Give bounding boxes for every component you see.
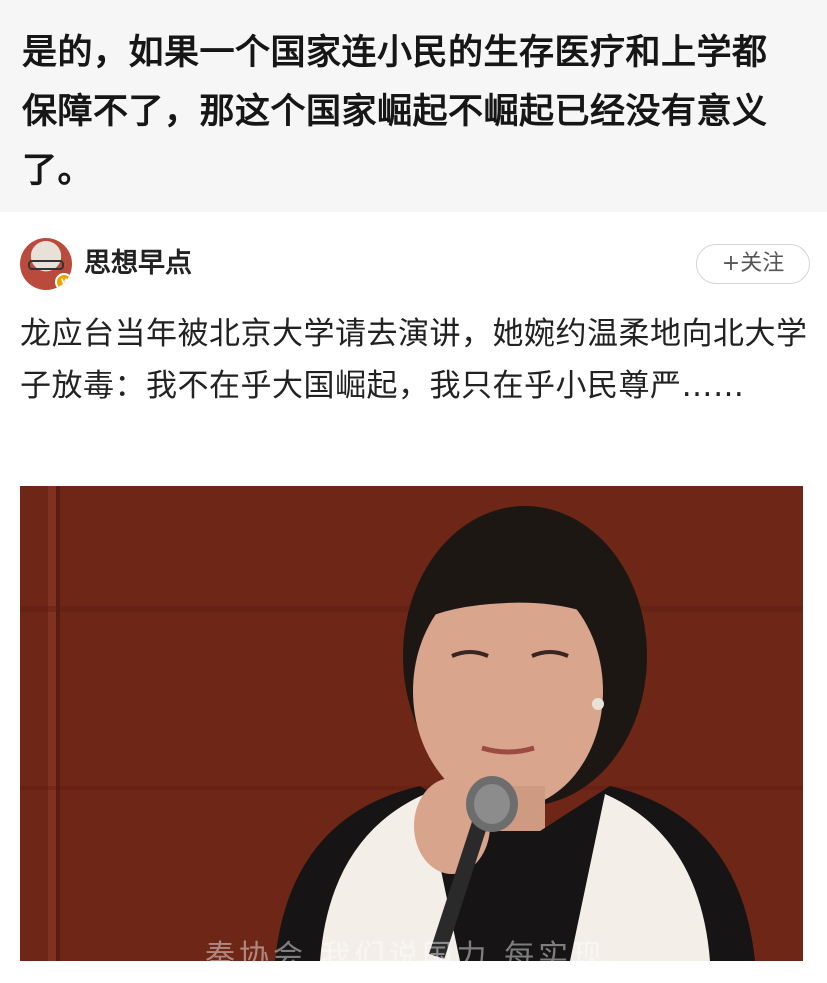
video-frame-illustration — [20, 486, 803, 961]
follow-button[interactable]: +关注 — [696, 244, 810, 284]
video-subtitle: 奏协会 我们说国力 每实现 — [205, 939, 607, 961]
post-text[interactable]: 龙应台当年被北京大学请去演讲，她婉约温柔地向北大学子放毒：我不在乎大国崛起，我只… — [20, 308, 810, 412]
author-avatar[interactable]: v — [20, 238, 72, 290]
verified-badge-icon: v — [55, 273, 72, 290]
author-row: v 思想早点 +关注 — [20, 236, 810, 296]
screenshot-page: 是的，如果一个国家连小民的生存医疗和上学都保障不了，那这个国家崛起不崛起已经没有… — [0, 0, 827, 983]
comment-text: 是的，如果一个国家连小民的生存医疗和上学都保障不了，那这个国家崛起不崛起已经没有… — [22, 33, 768, 191]
post-card[interactable]: v 思想早点 +关注 龙应台当年被北京大学请去演讲，她婉约温柔地向北大学子放毒：… — [0, 212, 827, 983]
video-thumbnail[interactable]: 奏协会 我们说国力 每实现 — [20, 486, 803, 961]
avatar-glasses-icon — [28, 260, 64, 270]
author-name[interactable]: 思想早点 — [84, 244, 192, 284]
